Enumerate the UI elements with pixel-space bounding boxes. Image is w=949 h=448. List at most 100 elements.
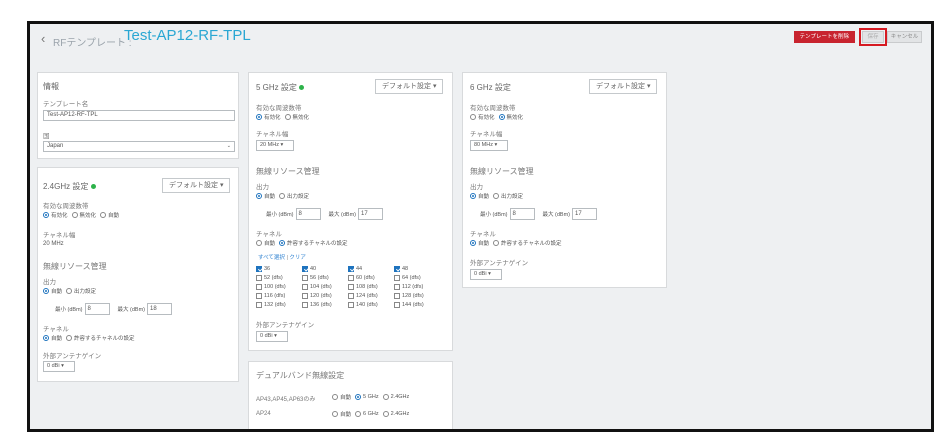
channel-checkbox[interactable]: 44 [348, 265, 394, 273]
select-all-link[interactable]: すべて選択 [258, 255, 285, 261]
channel-checkbox[interactable]: 104 (dfs) [302, 283, 348, 291]
radio-on-icon [355, 394, 362, 400]
band6-width-select[interactable]: 80 MHz ▾ [470, 140, 508, 151]
breadcrumb[interactable]: RFテンプレート : [53, 34, 132, 49]
band24-channel-label: チャネル [43, 326, 69, 333]
band5-title: 5 GHz 設定 [256, 82, 305, 93]
band24-rrm-title: 無線リソース管理 [43, 262, 107, 271]
channel-checkbox[interactable]: 40 [302, 265, 348, 273]
channel-checkbox[interactable]: 108 (dfs) [348, 283, 394, 291]
save-button[interactable]: 保存 [862, 31, 884, 43]
channel-checkbox[interactable]: 120 (dfs) [302, 292, 348, 300]
country-select[interactable]: Japan ⌄ [43, 141, 235, 152]
radio-channel-auto[interactable]: 自動 [256, 239, 275, 247]
delete-template-button[interactable]: テンプレートを削除 [793, 31, 855, 43]
min-dbm-input[interactable]: 8 [84, 303, 110, 315]
band24-default-button[interactable]: デフォルト設定 ▾ [162, 178, 231, 193]
radio-on-icon [43, 335, 49, 341]
channel-checkbox[interactable]: 60 (dfs) [348, 274, 394, 282]
channel-label: 56 (dfs) [310, 275, 329, 281]
channel-label: 104 (dfs) [310, 284, 332, 290]
channel-checkbox[interactable]: 112 (dfs) [394, 283, 440, 291]
radio-power-set[interactable]: 出力設定 [66, 287, 96, 295]
band5-antenna-select[interactable]: 0 dBi ▾ [256, 331, 288, 342]
radio-power-auto[interactable]: 自動 [43, 287, 62, 295]
radio-power-auto[interactable]: 自動 [256, 192, 275, 200]
band24-power-label: 出力 [43, 279, 56, 286]
radio-enable[interactable]: 有効化 [43, 211, 68, 219]
channel-checkbox[interactable]: 124 (dfs) [348, 292, 394, 300]
checkbox-checked-icon [348, 266, 354, 272]
radio-channel-allowed[interactable]: 許容するチャネルの設定 [493, 239, 561, 247]
max-dbm-input[interactable]: 17 [572, 208, 598, 220]
radio-power-set[interactable]: 出力設定 [493, 192, 523, 200]
page-title: Test-AP12-RF-TPL [124, 27, 251, 44]
band6-power-radios: 自動 出力設定 [470, 192, 527, 200]
band6-channel-label: チャネル [470, 231, 496, 238]
channel-checkbox[interactable]: 132 (dfs) [256, 301, 302, 309]
chevron-down-icon: ⌄ [226, 143, 231, 149]
radio-power-set[interactable]: 出力設定 [279, 192, 309, 200]
radio-disable[interactable]: 無効化 [498, 113, 523, 121]
channel-checkbox[interactable]: 140 (dfs) [348, 301, 394, 309]
radio-channel-allowed[interactable]: 許容するチャネルの設定 [66, 334, 134, 342]
radio-dual1-5ghz[interactable]: 5 GHz [355, 394, 379, 400]
radio-enable[interactable]: 有効化 [256, 113, 281, 121]
band24-panel: 2.4GHz 設定 デフォルト設定 ▾ 有効な周波数帯 有効化 無効化 自動 チ… [37, 167, 239, 382]
channel-checkbox[interactable]: 136 (dfs) [302, 301, 348, 309]
min-dbm-label: 最小 (dBm) [55, 307, 83, 313]
radio-auto[interactable]: 自動 [100, 211, 119, 219]
band5-antenna-label: 外部アンテナゲイン [256, 322, 315, 329]
radio-enable[interactable]: 有効化 [470, 113, 495, 121]
radio-channel-auto[interactable]: 自動 [43, 334, 62, 342]
radio-dual1-24ghz[interactable]: 2.4GHz [382, 394, 409, 400]
channel-checkbox[interactable]: 116 (dfs) [256, 292, 302, 300]
max-dbm-label: 最大 (dBm) [117, 307, 146, 313]
channel-checkbox[interactable]: 64 (dfs) [394, 274, 440, 282]
band5-default-button[interactable]: デフォルト設定 ▾ [375, 79, 444, 94]
band6-default-button[interactable]: デフォルト設定 ▾ [589, 79, 658, 94]
radio-channel-allowed[interactable]: 許容するチャネルの設定 [279, 239, 347, 247]
radio-on-icon [256, 114, 262, 120]
channel-checkbox[interactable]: 36 [256, 265, 302, 273]
cancel-button[interactable]: キャンセル [887, 31, 922, 43]
clear-link[interactable]: クリア [289, 255, 306, 261]
radio-disable[interactable]: 無効化 [284, 113, 309, 121]
max-dbm-label: 最大 (dBm) [328, 212, 357, 218]
band5-channel-label: チャネル [256, 231, 282, 238]
band6-antenna-select[interactable]: 0 dBi ▾ [470, 269, 502, 280]
band24-width-label: チャネル幅 [43, 232, 76, 239]
dual-row2-radios: 自動 6 GHz 2.4GHz [332, 410, 413, 418]
channel-checkbox[interactable]: 52 (dfs) [256, 274, 302, 282]
channel-checkbox[interactable]: 128 (dfs) [394, 292, 440, 300]
band5-power-radios: 自動 出力設定 [256, 192, 313, 200]
radio-channel-auto[interactable]: 自動 [470, 239, 489, 247]
min-dbm-input[interactable]: 8 [509, 208, 535, 220]
radio-power-auto[interactable]: 自動 [470, 192, 489, 200]
radio-dual2-auto[interactable]: 自動 [332, 410, 351, 418]
radio-on-icon [470, 193, 476, 199]
template-name-label: テンプレート名 [43, 101, 89, 108]
channel-checkbox[interactable]: 144 (dfs) [394, 301, 440, 309]
country-label: 国 [43, 133, 50, 140]
max-dbm-input[interactable]: 18 [147, 303, 173, 315]
channel-checkbox[interactable]: 48 [394, 265, 440, 273]
max-dbm-input[interactable]: 17 [358, 208, 384, 220]
min-dbm-input[interactable]: 8 [295, 208, 321, 220]
checkbox-empty-icon [348, 293, 354, 299]
band24-antenna-select[interactable]: 0 dBi ▾ [43, 361, 75, 372]
chevron-left-icon[interactable]: ‹ [41, 32, 45, 46]
info-title: 情報 [43, 82, 59, 91]
dual-row1-radios: 自動 5 GHz 2.4GHz [332, 393, 413, 401]
radio-dual2-6ghz[interactable]: 6 GHz [355, 411, 379, 417]
radio-dual2-24ghz[interactable]: 2.4GHz [382, 411, 409, 417]
radio-on-icon [43, 288, 49, 294]
channel-label: 60 (dfs) [356, 275, 375, 281]
radio-dual1-auto[interactable]: 自動 [332, 393, 351, 401]
channel-checkbox[interactable]: 56 (dfs) [302, 274, 348, 282]
band5-power-range: 最小 (dBm) 8 最大 (dBm) 17 [266, 208, 391, 220]
template-name-input[interactable]: Test-AP12-RF-TPL [43, 110, 235, 121]
band5-width-select[interactable]: 20 MHz ▾ [256, 140, 294, 151]
radio-disable[interactable]: 無効化 [71, 211, 96, 219]
channel-checkbox[interactable]: 100 (dfs) [256, 283, 302, 291]
